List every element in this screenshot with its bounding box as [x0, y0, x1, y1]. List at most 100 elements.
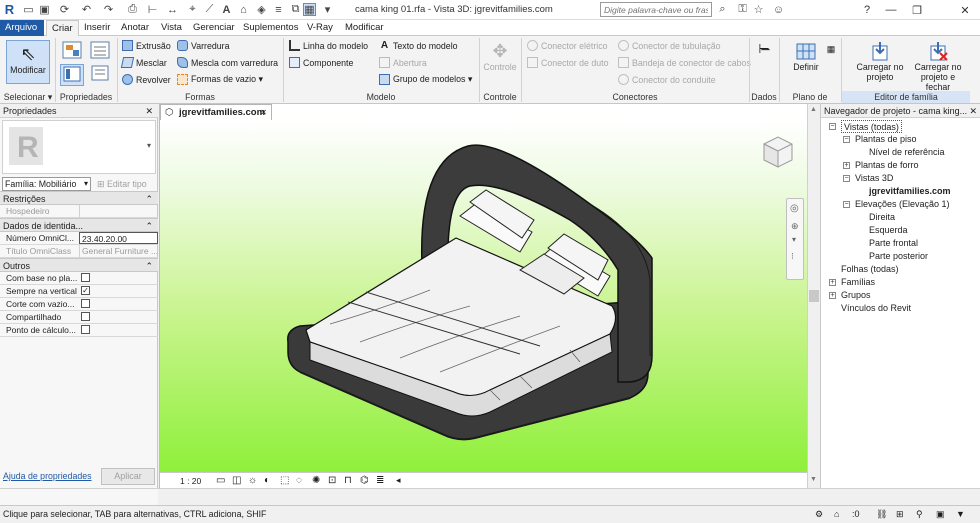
- electrical-connector-button[interactable]: Conector elétrico: [527, 40, 608, 51]
- model-group-button[interactable]: Grupo de modelos ▾: [379, 74, 472, 85]
- expand-icon[interactable]: +: [829, 292, 836, 299]
- select-links-icon[interactable]: ⛓: [876, 506, 887, 523]
- select-panel-label[interactable]: Selecionar ▾: [2, 91, 54, 103]
- tree-item[interactable]: Folhas (todas): [841, 263, 899, 276]
- conduit-connector-button[interactable]: Conector do conduite: [618, 74, 716, 85]
- model-line-button[interactable]: Linha do modelo: [289, 40, 368, 51]
- thin-lines-icon[interactable]: ≡: [272, 3, 285, 16]
- close-button[interactable]: ✕: [952, 0, 978, 20]
- collapse-icon[interactable]: −: [843, 201, 850, 208]
- omniclass-number-field[interactable]: 23.40.20.00: [79, 232, 158, 244]
- control-button[interactable]: ✥ Controle: [482, 40, 518, 72]
- sync-icon[interactable]: ⟳: [58, 3, 71, 16]
- property-value[interactable]: [79, 205, 158, 217]
- scroll-down-icon[interactable]: ▼: [810, 476, 817, 483]
- properties-toggle-button[interactable]: [60, 64, 84, 86]
- edit-type-button[interactable]: ⊞ Editar tipo: [97, 177, 155, 191]
- property-row[interactable]: Título OmniClass General Furniture ...: [0, 245, 158, 258]
- measure-icon[interactable]: ⊢: [146, 3, 159, 16]
- hide-isolate-icon[interactable]: ◌: [296, 475, 302, 486]
- print-icon[interactable]: ⎙: [126, 3, 139, 16]
- pipe-connector-button[interactable]: Conector de tubulação: [618, 40, 721, 51]
- extrusion-button[interactable]: Extrusão: [122, 40, 171, 51]
- select-underlay-icon[interactable]: ⊞: [896, 506, 904, 523]
- crop-view-icon[interactable]: ⬚: [280, 475, 289, 486]
- close-hidden-icon[interactable]: ⧉: [289, 3, 302, 16]
- type-selector[interactable]: R ▾: [2, 120, 156, 174]
- tab-criar[interactable]: Criar: [46, 20, 79, 36]
- scroll-left-icon[interactable]: ◂: [396, 475, 401, 486]
- tab-inserir[interactable]: Inserir: [79, 20, 115, 36]
- select-by-face-icon[interactable]: ▣: [936, 506, 945, 523]
- lock-view-icon[interactable]: ⌬: [360, 475, 369, 486]
- vertical-scrollbar[interactable]: ▲ ▼: [807, 104, 820, 488]
- void-forms-button[interactable]: Formas de vazio ▾: [177, 74, 263, 85]
- worksets-icon[interactable]: ⚙: [815, 506, 823, 523]
- sweep-button[interactable]: Varredura: [177, 40, 229, 51]
- 3d-canvas[interactable]: ◎ ⊕ ▾ ⁝: [160, 120, 808, 472]
- tag-icon[interactable]: ⌖: [186, 3, 199, 16]
- checkbox[interactable]: [81, 325, 90, 334]
- tree-item[interactable]: Vistas 3D: [855, 172, 893, 185]
- checkbox-checked[interactable]: ✓: [81, 286, 90, 295]
- blend-button[interactable]: Mesclar: [120, 57, 167, 68]
- tree-item[interactable]: Grupos: [841, 289, 871, 302]
- temporary-properties-icon[interactable]: ⊡: [328, 475, 336, 486]
- search-icon[interactable]: ⌕: [716, 3, 729, 16]
- load-and-close-button[interactable]: Carregar no projeto e fechar: [910, 40, 966, 92]
- pan-icon[interactable]: ⁝: [791, 251, 794, 262]
- checkbox[interactable]: [81, 312, 90, 321]
- close-tab-icon[interactable]: ✕: [260, 105, 267, 120]
- revit-logo-icon[interactable]: R: [2, 2, 17, 17]
- tree-item[interactable]: Plantas de piso: [855, 133, 917, 146]
- properties-help-link[interactable]: Ajuda de propriedades: [3, 471, 92, 481]
- family-parameters-button[interactable]: ⊢̶: [752, 42, 776, 55]
- section-identity-data[interactable]: Dados de identida... ⌃: [0, 218, 158, 232]
- tab-gerenciar[interactable]: Gerenciar: [188, 20, 240, 36]
- subscription-icon[interactable]: ⚿: [736, 3, 749, 16]
- checkbox[interactable]: [81, 299, 90, 308]
- tree-item[interactable]: Vínculos do Revit: [841, 302, 911, 315]
- section-icon[interactable]: ◈: [255, 3, 268, 16]
- qat-customize-icon[interactable]: ▾: [321, 3, 334, 16]
- close-icon[interactable]: ✕: [969, 106, 977, 117]
- shadows-icon[interactable]: ◐: [264, 475, 270, 486]
- sun-path-icon[interactable]: ☼: [248, 475, 257, 486]
- modify-button[interactable]: ⇖ Modificar: [6, 40, 50, 84]
- tree-item[interactable]: Vistas (todas): [841, 120, 902, 133]
- close-icon[interactable]: ✕: [145, 106, 153, 117]
- cable-tray-connector-button[interactable]: Bandeja de conector de cabos: [618, 57, 751, 68]
- visual-style-icon[interactable]: ◫: [232, 475, 241, 486]
- dimension-icon[interactable]: ↔: [166, 3, 179, 16]
- family-filter-select[interactable]: Família: Mobiliário ▾: [2, 177, 91, 191]
- duct-connector-button[interactable]: Conector de duto: [527, 57, 609, 68]
- help-icon[interactable]: ?: [854, 0, 880, 20]
- tree-item[interactable]: Parte frontal: [869, 237, 918, 250]
- family-category-button[interactable]: [60, 40, 84, 62]
- select-pinned-icon[interactable]: ⚲: [916, 506, 923, 523]
- scroll-up-icon[interactable]: ▲: [810, 106, 817, 113]
- zoom-icon[interactable]: ⊕: [791, 221, 799, 232]
- analytics-icon[interactable]: ≣: [376, 475, 384, 486]
- tab-suplementos[interactable]: Suplementos: [238, 20, 303, 36]
- open-icon[interactable]: ▭: [22, 3, 35, 16]
- family-types-button[interactable]: [88, 40, 112, 62]
- apply-button[interactable]: Aplicar: [101, 468, 155, 485]
- collapse-icon[interactable]: −: [829, 123, 836, 130]
- type-selector-dropdown-icon[interactable]: ▾: [147, 141, 151, 150]
- property-row[interactable]: Com base no pla...: [0, 272, 158, 285]
- collapse-icon[interactable]: −: [843, 136, 850, 143]
- expand-icon[interactable]: +: [843, 162, 850, 169]
- property-row[interactable]: Sempre na vertical ✓: [0, 285, 158, 298]
- property-row[interactable]: Compartilhado: [0, 311, 158, 324]
- revolve-button[interactable]: Revolver: [122, 74, 171, 85]
- minimize-button[interactable]: —: [878, 0, 904, 20]
- opening-button[interactable]: Abertura: [379, 57, 427, 68]
- search-input[interactable]: [600, 2, 712, 17]
- property-row[interactable]: Ponto de cálculo...: [0, 324, 158, 337]
- tab-modificar[interactable]: Modificar: [340, 20, 389, 36]
- collapse-icon[interactable]: −: [843, 175, 850, 182]
- expand-icon[interactable]: +: [829, 279, 836, 286]
- default-3d-icon[interactable]: ⌂: [237, 3, 250, 16]
- model-text-button[interactable]: A Texto do modelo: [379, 40, 458, 51]
